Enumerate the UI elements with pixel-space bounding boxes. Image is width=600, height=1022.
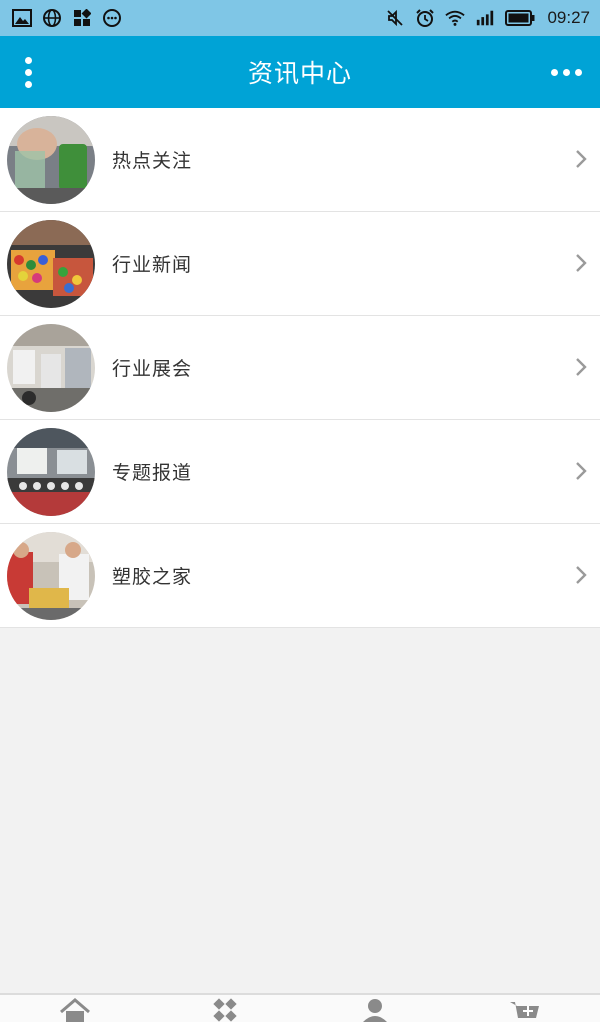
list-item-label: 行业展会 (112, 358, 193, 380)
nav-home[interactable] (0, 995, 150, 1022)
home-icon (60, 998, 90, 1022)
chevron-right-icon (576, 150, 587, 168)
status-bar: 09:27 (0, 0, 600, 36)
industry-news-photo (7, 219, 95, 308)
image-icon (12, 8, 32, 28)
status-time: 09:27 (547, 8, 590, 27)
chevron-right-icon (576, 462, 587, 480)
status-right-icons: 09:27 (385, 8, 590, 28)
chevron-right-icon (576, 254, 587, 272)
horizontal-dots-more-icon[interactable] (546, 60, 586, 84)
wifi-icon (445, 8, 466, 28)
mute-icon (385, 8, 405, 28)
status-left-icons (12, 8, 122, 28)
profile-icon (363, 999, 387, 1022)
news-category-list: 热点关注 行业新闻 行业展会 专题报道 塑胶之家 (0, 108, 600, 628)
chevron-right-icon (576, 566, 587, 584)
list-item-label: 塑胶之家 (112, 566, 193, 588)
nav-cart[interactable] (450, 995, 600, 1022)
plastics-home-photo (7, 531, 95, 620)
list-item-industry-news[interactable]: 行业新闻 (0, 212, 600, 316)
special-report-photo (7, 427, 95, 516)
battery-icon (505, 8, 535, 28)
page-title: 资讯中心 (247, 59, 352, 88)
hot-topics-photo (7, 115, 95, 204)
list-item-label: 行业新闻 (112, 254, 193, 276)
list-item-special-report[interactable]: 专题报道 (0, 420, 600, 524)
signal-icon (475, 8, 495, 28)
alarm-icon (415, 8, 435, 28)
bottom-nav (0, 993, 600, 1022)
list-item-label: 热点关注 (112, 150, 193, 172)
nav-profile[interactable] (300, 995, 450, 1022)
chat-icon (102, 8, 122, 28)
nav-categories[interactable] (150, 995, 300, 1022)
list-item-industry-expo[interactable]: 行业展会 (0, 316, 600, 420)
globe-icon (42, 8, 62, 28)
list-item-hot-topics[interactable]: 热点关注 (0, 108, 600, 212)
industry-expo-photo (7, 323, 95, 412)
list-item-label: 专题报道 (112, 462, 193, 484)
vertical-dots-menu-icon[interactable] (14, 54, 42, 90)
categories-icon (213, 998, 237, 1022)
chevron-right-icon (576, 358, 587, 376)
app-bar: 资讯中心 (0, 36, 600, 108)
cart-icon (510, 1002, 539, 1018)
apps-icon (72, 8, 92, 28)
list-item-plastics-home[interactable]: 塑胶之家 (0, 524, 600, 628)
